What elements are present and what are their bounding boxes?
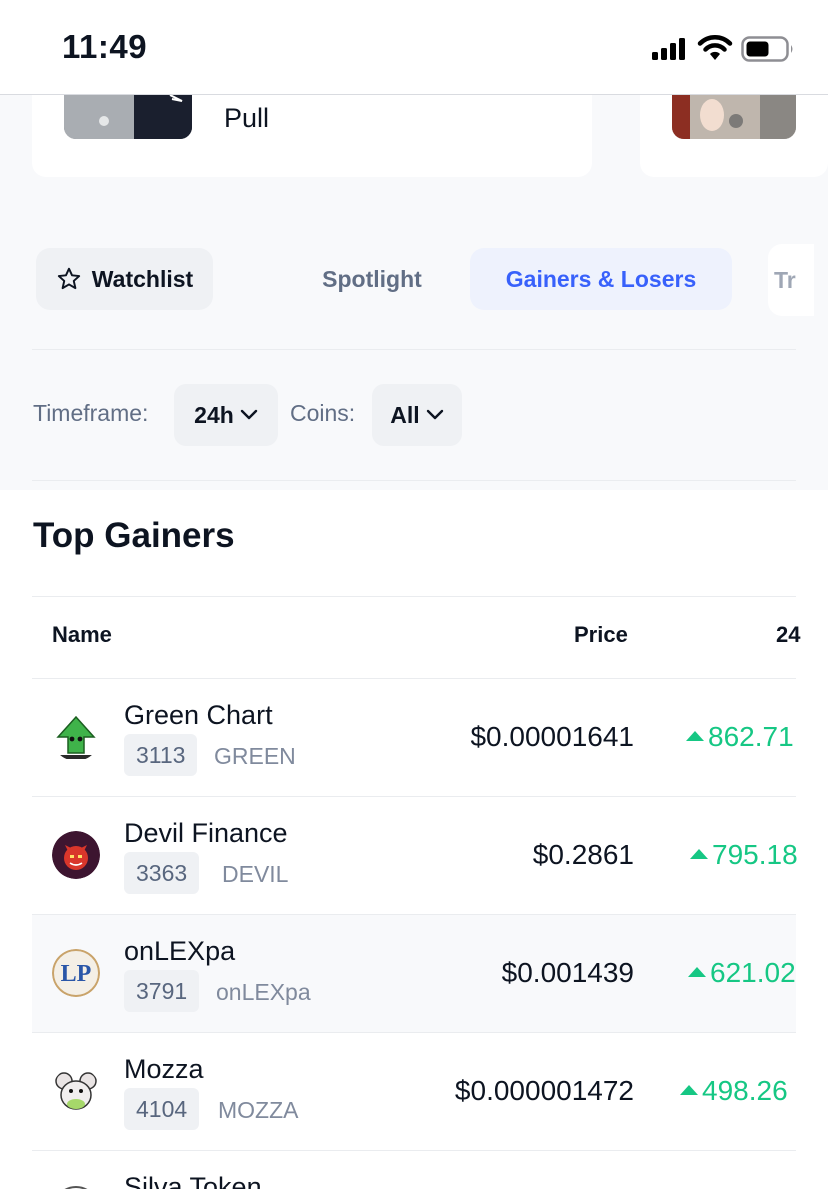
coin-price: $0.00001641 (470, 721, 634, 752)
caret-up-icon (686, 730, 704, 741)
silva-token-icon (64, 1186, 88, 1189)
table-row[interactable]: LP onLEXpa 3791 onLEXpa $0.001439 621.02 (32, 915, 796, 1032)
mozza-logo (52, 1067, 100, 1115)
chevron-down-icon (426, 409, 443, 420)
coin-change: 795.18 (690, 839, 800, 871)
coin-rank-badge: 3113 (124, 734, 198, 776)
coins-value: All (390, 401, 420, 428)
news-thumbnail-image-icon (64, 95, 192, 139)
coin-rank-badge: 3791 (124, 970, 200, 1012)
silva-token-logo (52, 1185, 100, 1189)
devil-finance-logo (52, 831, 100, 879)
devil-icon (52, 831, 100, 879)
coin-name[interactable]: Silva Token (124, 1172, 262, 1189)
coin-price: $0.001439 (501, 957, 634, 988)
chevron-down-icon (240, 409, 258, 420)
timeframe-dropdown[interactable]: 24h (174, 384, 278, 446)
column-header-change[interactable]: 24 (776, 622, 800, 648)
lp-monogram-icon: LP (52, 949, 100, 997)
tab-trending-label: Tr (774, 266, 796, 293)
caret-up-icon (680, 1084, 698, 1095)
coin-change: 862.71 (686, 721, 796, 753)
coin-price: $0.000001472 (454, 1075, 634, 1106)
star-icon (57, 267, 80, 290)
coin-change: 498.26 (680, 1075, 796, 1107)
divider (32, 349, 796, 350)
battery-icon (741, 36, 793, 62)
coin-rank-badge: 3363 (124, 852, 200, 894)
caret-up-icon (688, 966, 706, 977)
news-thumbnail (64, 95, 192, 139)
wifi-icon (697, 35, 733, 60)
coin-name[interactable]: Mozza (124, 1054, 204, 1085)
tab-spotlight[interactable]: Spotlight (300, 248, 444, 310)
coin-symbol: MOZZA (218, 1097, 299, 1123)
green-chart-logo (52, 713, 100, 761)
coin-symbol: DEVIL (222, 861, 289, 887)
coin-change-value: 795.18 (712, 839, 798, 870)
column-header-name[interactable]: Name (52, 622, 112, 648)
divider (32, 480, 796, 481)
coin-symbol: onLEXpa (216, 979, 311, 1005)
timeframe-value: 24h (194, 401, 234, 428)
green-arrow-icon (52, 713, 100, 761)
table-row[interactable]: Devil Finance 3363 DEVIL $0.2861 795.18 (32, 797, 798, 914)
mouse-icon (52, 1067, 100, 1115)
coin-change: 621.02 (688, 957, 798, 989)
caret-up-icon (690, 848, 708, 859)
coin-price: $0.2861 (532, 839, 634, 870)
svg-text:LP: LP (61, 961, 92, 987)
coin-change-value: 862.71 (708, 721, 794, 752)
status-time: 11:49 (62, 28, 148, 65)
table-row[interactable]: Mozza 4104 MOZZA $0.000001472 498.26 (32, 1033, 796, 1150)
coin-rank-badge: 4104 (124, 1088, 200, 1130)
news-title[interactable]: Pull (224, 103, 269, 134)
table-row[interactable]: Green Chart 3113 GREEN $0.00001641 862.7… (32, 679, 796, 796)
onlexpa-logo: LP (52, 949, 100, 997)
coin-symbol: GREEN (214, 743, 296, 769)
coins-label: Coins: (290, 400, 356, 426)
cellular-signal-icon (652, 38, 685, 60)
news-thumbnail-next (672, 95, 796, 139)
tab-gainers-losers[interactable]: Gainers & Losers (470, 248, 732, 310)
coin-name[interactable]: Devil Finance (124, 818, 288, 849)
tab-trending[interactable]: Tr (768, 244, 814, 316)
coin-name[interactable]: Green Chart (124, 700, 273, 731)
table-row[interactable]: Silva Token (32, 1151, 796, 1189)
timeframe-label: Timeframe: (33, 400, 149, 426)
tab-watchlist[interactable]: Watchlist (36, 248, 213, 310)
coin-change-value: 498.26 (702, 1075, 788, 1106)
coin-name[interactable]: onLEXpa (124, 936, 235, 967)
status-bar: 11:49 (0, 0, 828, 95)
tab-watchlist-label: Watchlist (91, 265, 194, 292)
divider (32, 596, 796, 597)
coin-change-value: 621.02 (710, 957, 796, 988)
section-title: Top Gainers (33, 516, 235, 555)
news-thumbnail-next-image-icon (672, 95, 796, 139)
coins-dropdown[interactable]: All (372, 384, 462, 446)
column-header-price[interactable]: Price (574, 622, 628, 648)
